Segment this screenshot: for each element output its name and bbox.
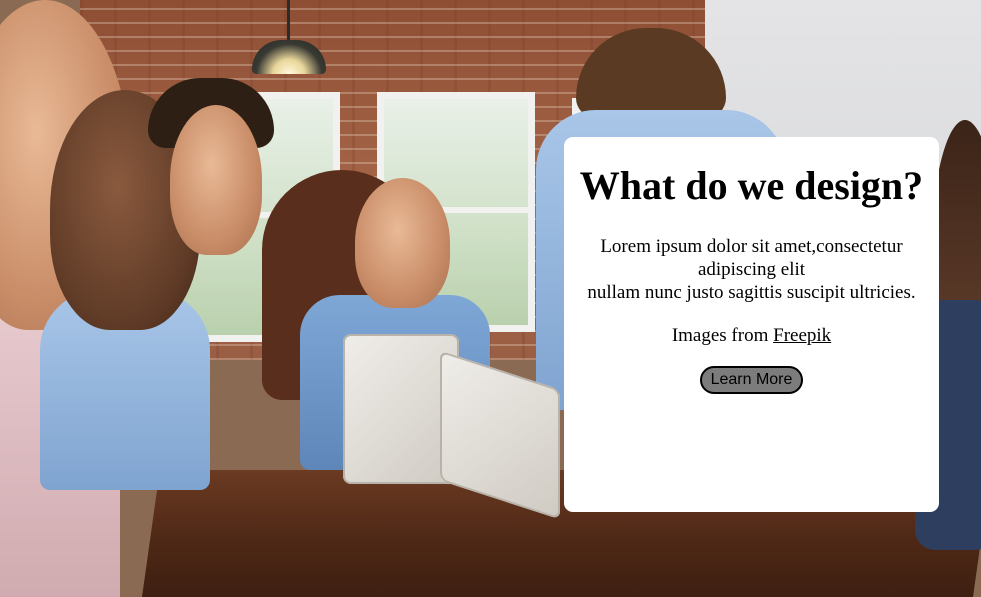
image-credit: Images from Freepik (564, 324, 939, 347)
page: What do we design? Lorem ipsum dolor sit… (0, 0, 981, 597)
card-description-line1: Lorem ipsum dolor sit amet,consectetur a… (600, 236, 903, 280)
freepik-link[interactable]: Freepik (773, 325, 831, 346)
person-woman-face (355, 178, 450, 308)
card-description-line2: nullam nunc justo sagittis suscipit ultr… (587, 282, 916, 303)
credit-prefix: Images from (671, 325, 774, 346)
learn-more-button[interactable]: Learn More (699, 366, 804, 394)
card-description: Lorem ipsum dolor sit amet,consectetur a… (564, 235, 939, 304)
ceiling-lamp (252, 0, 326, 76)
card-title: What do we design? (579, 163, 924, 208)
person-third-face (170, 105, 262, 255)
info-card: What do we design? Lorem ipsum dolor sit… (564, 137, 939, 512)
